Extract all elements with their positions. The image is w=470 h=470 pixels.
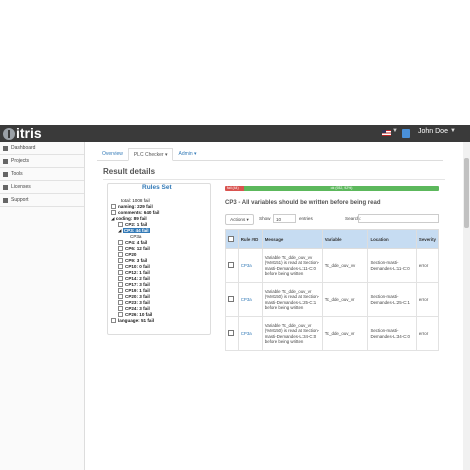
table-controls: Actions ▾ Show 10 entries Search: — [225, 214, 439, 225]
row-select-cell[interactable] — [225, 316, 239, 351]
row-select-cell[interactable] — [225, 248, 239, 283]
expand-icon[interactable] — [118, 276, 123, 282]
table-row[interactable]: CP3a Variable Tc_dde_ouv_vv (%M151) is r… — [225, 248, 440, 283]
table-header-row: Rule #ID Message Variable Location Sever… — [225, 229, 440, 249]
sidebar-item-label: Dashboard — [11, 145, 36, 151]
expand-icon[interactable] — [118, 282, 123, 288]
results-table: Rule #ID Message Variable Location Sever… — [225, 229, 440, 351]
support-icon — [3, 197, 8, 203]
tools-icon — [3, 171, 8, 177]
sidebar-item-label: Support — [11, 197, 29, 203]
expand-icon[interactable] — [118, 258, 123, 264]
row-checkbox[interactable] — [228, 261, 234, 268]
app-logo[interactable]: itris — [3, 126, 42, 141]
logo-icon — [3, 127, 15, 140]
sidebar-item-tools[interactable]: Tools — [0, 168, 84, 181]
column-header[interactable]: Location — [367, 229, 417, 249]
rules-set-title: Rules Set — [142, 184, 172, 191]
chevron-down-icon[interactable]: ▼ — [392, 128, 398, 134]
select-all-checkbox[interactable] — [228, 235, 234, 242]
sidebar-item-dashboard[interactable]: Dashboard — [0, 142, 84, 155]
language-flag-icon[interactable] — [382, 130, 391, 136]
sidebar-item-label: Projects — [11, 158, 30, 164]
severity-cell: error — [415, 248, 440, 283]
variable-cell: Tc_dde_ouv_vv — [321, 248, 369, 283]
select-all-header[interactable] — [225, 229, 239, 249]
entries-label: entries — [299, 216, 313, 221]
expand-icon[interactable] — [118, 312, 123, 318]
message-cell: Variable Tc_dde_ouv_vr (%M150) is read a… — [261, 282, 323, 317]
table-row[interactable]: CP3a Variable Tc_dde_ouv_vr (%M150) is r… — [225, 316, 440, 351]
row-checkbox[interactable] — [228, 329, 234, 336]
location-cell: Section-masti-Demandes-L:11-C:0 — [367, 248, 417, 283]
actions-button[interactable]: Actions ▾ — [225, 214, 254, 225]
column-header[interactable]: Severity — [415, 229, 440, 249]
sidebar-item-label: Tools — [11, 171, 23, 177]
tab-admin[interactable]: Admin ▾ — [173, 148, 201, 160]
sidebar-item-label: Licenses — [11, 184, 31, 190]
sidebar: Dashboard Projects Tools Licenses Suppor… — [0, 142, 85, 470]
table-row[interactable]: CP3a Variable Tc_dde_ouv_vr (%M150) is r… — [225, 282, 440, 317]
divider — [103, 179, 445, 180]
expand-icon[interactable] — [118, 222, 123, 228]
expand-icon[interactable] — [111, 210, 116, 216]
user-menu-caret-icon[interactable]: ▼ — [450, 128, 456, 134]
rule-id-link[interactable]: CP3a — [237, 248, 263, 283]
column-header[interactable]: Rule #ID — [237, 229, 263, 249]
location-cell: Section-masti-Demandes-L:34-C:0 — [367, 316, 417, 351]
projects-icon — [3, 158, 8, 164]
page-size-select[interactable]: 10 — [273, 214, 296, 223]
expand-icon[interactable] — [118, 252, 123, 258]
result-progress-bar: fail (44) ok (932, 92%) — [225, 186, 439, 191]
severity-cell: error — [415, 316, 440, 351]
ok-segment: ok (932, 92%) — [244, 186, 439, 191]
column-header[interactable]: Variable — [321, 229, 369, 249]
rule-heading: CP3 - All variables should be written be… — [225, 200, 381, 206]
expand-icon[interactable] — [111, 204, 116, 210]
rules-tree: total: 1008 fail naming: 229 fail commen… — [111, 198, 159, 324]
variable-cell: Tc_dde_ouv_vr — [321, 282, 369, 317]
top-navbar: itris ▼ John Doe ▼ — [0, 125, 470, 142]
sidebar-item-support[interactable]: Support — [0, 194, 84, 207]
expand-icon[interactable] — [118, 306, 123, 312]
rules-set-panel: Rules Set total: 1008 fail naming: 229 f… — [107, 183, 211, 335]
user-icon[interactable] — [402, 129, 410, 138]
main-content: Overview PLC Checker ▾ Admin ▾ Result de… — [85, 142, 462, 470]
variable-cell: Tc_dde_ouv_vr — [321, 316, 369, 351]
expand-icon[interactable] — [118, 300, 123, 306]
page-scrollbar[interactable] — [463, 142, 470, 470]
expand-icon[interactable] — [118, 246, 123, 252]
message-cell: Variable Tc_dde_ouv_vr (%M150) is read a… — [261, 316, 323, 351]
tree-node[interactable]: language: 51 fail — [111, 318, 159, 324]
page-title: Result details — [103, 167, 156, 176]
expand-icon[interactable] — [118, 240, 123, 246]
logo-text: itris — [16, 125, 42, 141]
expand-icon[interactable] — [118, 294, 123, 300]
column-header[interactable]: Message — [261, 229, 323, 249]
user-name[interactable]: John Doe — [418, 128, 448, 135]
expand-icon[interactable] — [111, 318, 116, 324]
rule-id-link[interactable]: CP3a — [237, 316, 263, 351]
expand-icon[interactable] — [118, 270, 123, 276]
sidebar-item-projects[interactable]: Projects — [0, 155, 84, 168]
tab-overview[interactable]: Overview — [97, 148, 128, 160]
sidebar-item-licenses[interactable]: Licenses — [0, 181, 84, 194]
row-checkbox[interactable] — [228, 295, 234, 302]
severity-cell: error — [415, 282, 440, 317]
message-cell: Variable Tc_dde_ouv_vv (%M151) is read a… — [261, 248, 323, 283]
expand-icon[interactable] — [118, 264, 123, 270]
expand-icon[interactable] — [118, 288, 123, 294]
fail-segment: fail (44) — [225, 186, 245, 191]
tab-bar: Overview PLC Checker ▾ Admin ▾ — [97, 148, 443, 161]
location-cell: Section-masti-Demandes-L:25-C:1 — [367, 282, 417, 317]
licenses-icon — [3, 184, 8, 190]
search-input[interactable] — [358, 214, 439, 223]
show-label: Show — [259, 216, 271, 221]
tab-plc-checker[interactable]: PLC Checker ▾ — [127, 148, 174, 161]
scrollbar-thumb[interactable] — [464, 158, 469, 228]
row-select-cell[interactable] — [225, 282, 239, 317]
rule-id-link[interactable]: CP3a — [237, 282, 263, 317]
dashboard-icon — [3, 145, 8, 151]
